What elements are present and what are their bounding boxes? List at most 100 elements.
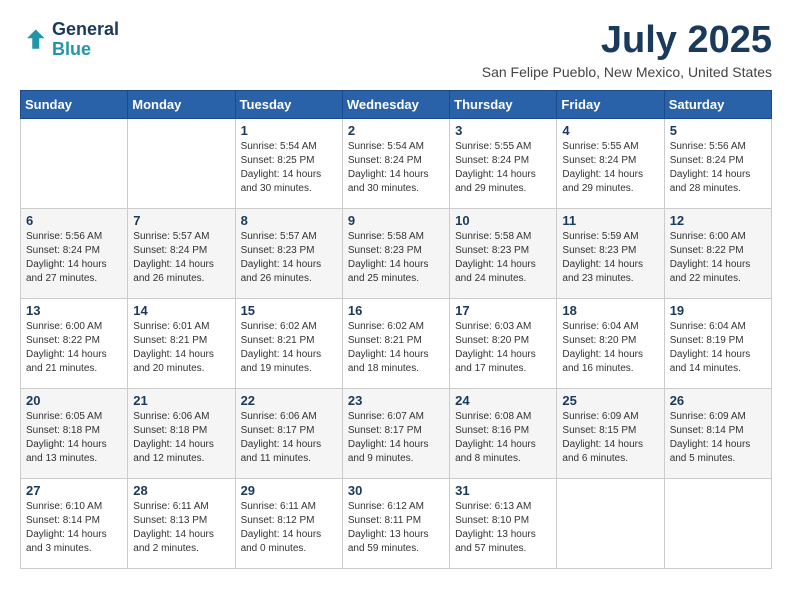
day-info: Sunrise: 5:58 AM Sunset: 8:23 PM Dayligh… (455, 230, 551, 286)
day-info: Sunrise: 6:09 AM Sunset: 8:14 PM Dayligh… (670, 410, 766, 466)
calendar-cell: 11 Sunrise: 5:59 AM Sunset: 8:23 PM Dayli… (557, 208, 664, 298)
day-number: 23 (348, 393, 444, 408)
day-info: Sunrise: 6:08 AM Sunset: 8:16 PM Dayligh… (455, 410, 551, 466)
day-info: Sunrise: 5:59 AM Sunset: 8:23 PM Dayligh… (562, 230, 658, 286)
day-number: 25 (562, 393, 658, 408)
calendar-cell: 30Sunrise: 6:12 AM Sunset: 8:11 PM Dayli… (342, 478, 449, 568)
calendar-cell: 17Sunrise: 6:03 AM Sunset: 8:20 PM Dayli… (450, 298, 557, 388)
calendar-cell: 18 Sunrise: 6:04 AM Sunset: 8:20 PM Dayli… (557, 298, 664, 388)
calendar-dow-header: Wednesday (342, 90, 449, 118)
day-info: Sunrise: 6:02 AM Sunset: 8:21 PM Dayligh… (348, 320, 444, 376)
day-number: 3 (455, 123, 551, 138)
calendar-cell: 20 Sunrise: 6:05 AM Sunset: 8:18 PM Dayli… (21, 388, 128, 478)
day-info: Sunrise: 6:13 AM Sunset: 8:10 PM Dayligh… (455, 500, 551, 556)
day-info: Sunrise: 6:09 AM Sunset: 8:15 PM Dayligh… (562, 410, 658, 466)
calendar-cell: 21 Sunrise: 6:06 AM Sunset: 8:18 PM Dayli… (128, 388, 235, 478)
day-number: 4 (562, 123, 658, 138)
title-block: July 2025 San Felipe Pueblo, New Mexico,… (482, 20, 772, 80)
day-number: 21 (133, 393, 229, 408)
calendar-cell: 4 Sunrise: 5:55 AM Sunset: 8:24 PM Daylig… (557, 118, 664, 208)
calendar-cell: 28Sunrise: 6:11 AM Sunset: 8:13 PM Dayli… (128, 478, 235, 568)
calendar-cell: 7 Sunrise: 5:57 AM Sunset: 8:24 PM Daylig… (128, 208, 235, 298)
day-info: Sunrise: 6:11 AM Sunset: 8:13 PM Dayligh… (133, 500, 229, 556)
calendar-cell: 13 Sunrise: 6:00 AM Sunset: 8:22 PM Dayli… (21, 298, 128, 388)
day-info: Sunrise: 6:01 AM Sunset: 8:21 PM Dayligh… (133, 320, 229, 376)
day-info: Sunrise: 6:07 AM Sunset: 8:17 PM Dayligh… (348, 410, 444, 466)
calendar-cell: 9 Sunrise: 5:58 AM Sunset: 8:23 PM Daylig… (342, 208, 449, 298)
calendar-cell: 24Sunrise: 6:08 AM Sunset: 8:16 PM Dayli… (450, 388, 557, 478)
day-number: 11 (562, 213, 658, 228)
day-number: 13 (26, 303, 122, 318)
day-number: 29 (241, 483, 337, 498)
page-header: GeneralBlue July 2025 San Felipe Pueblo,… (20, 20, 772, 80)
calendar-week-row: 13 Sunrise: 6:00 AM Sunset: 8:22 PM Dayli… (21, 298, 772, 388)
day-number: 1 (241, 123, 337, 138)
day-number: 17 (455, 303, 551, 318)
month-title: July 2025 (482, 20, 772, 62)
day-number: 9 (348, 213, 444, 228)
calendar-week-row: 20 Sunrise: 6:05 AM Sunset: 8:18 PM Dayli… (21, 388, 772, 478)
day-info: Sunrise: 6:00 AM Sunset: 8:22 PM Dayligh… (26, 320, 122, 376)
day-info: Sunrise: 6:11 AM Sunset: 8:12 PM Dayligh… (241, 500, 337, 556)
calendar-week-row: 27Sunrise: 6:10 AM Sunset: 8:14 PM Dayli… (21, 478, 772, 568)
calendar-cell: 23 Sunrise: 6:07 AM Sunset: 8:17 PM Dayli… (342, 388, 449, 478)
day-info: Sunrise: 5:55 AM Sunset: 8:24 PM Dayligh… (455, 140, 551, 196)
calendar-cell: 12 Sunrise: 6:00 AM Sunset: 8:22 PM Dayli… (664, 208, 771, 298)
calendar-cell: 2 Sunrise: 5:54 AM Sunset: 8:24 PM Daylig… (342, 118, 449, 208)
calendar-cell: 16Sunrise: 6:02 AM Sunset: 8:21 PM Dayli… (342, 298, 449, 388)
calendar-dow-header: Friday (557, 90, 664, 118)
calendar-cell (21, 118, 128, 208)
calendar-cell: 15Sunrise: 6:02 AM Sunset: 8:21 PM Dayli… (235, 298, 342, 388)
calendar-cell: 25 Sunrise: 6:09 AM Sunset: 8:15 PM Dayli… (557, 388, 664, 478)
day-info: Sunrise: 5:56 AM Sunset: 8:24 PM Dayligh… (26, 230, 122, 286)
calendar-cell: 10 Sunrise: 5:58 AM Sunset: 8:23 PM Dayli… (450, 208, 557, 298)
calendar-header-row: SundayMondayTuesdayWednesdayThursdayFrid… (21, 90, 772, 118)
day-number: 19 (670, 303, 766, 318)
calendar-dow-header: Saturday (664, 90, 771, 118)
day-info: Sunrise: 6:12 AM Sunset: 8:11 PM Dayligh… (348, 500, 444, 556)
day-number: 26 (670, 393, 766, 408)
day-number: 14 (133, 303, 229, 318)
day-info: Sunrise: 5:56 AM Sunset: 8:24 PM Dayligh… (670, 140, 766, 196)
calendar-dow-header: Sunday (21, 90, 128, 118)
day-number: 7 (133, 213, 229, 228)
calendar-cell: 19 Sunrise: 6:04 AM Sunset: 8:19 PM Dayli… (664, 298, 771, 388)
location-text: San Felipe Pueblo, New Mexico, United St… (482, 64, 772, 80)
calendar-dow-header: Thursday (450, 90, 557, 118)
day-info: Sunrise: 5:58 AM Sunset: 8:23 PM Dayligh… (348, 230, 444, 286)
calendar-cell: 6Sunrise: 5:56 AM Sunset: 8:24 PM Daylig… (21, 208, 128, 298)
day-info: Sunrise: 6:05 AM Sunset: 8:18 PM Dayligh… (26, 410, 122, 466)
day-number: 20 (26, 393, 122, 408)
calendar-cell (128, 118, 235, 208)
day-info: Sunrise: 5:57 AM Sunset: 8:24 PM Dayligh… (133, 230, 229, 286)
day-info: Sunrise: 5:54 AM Sunset: 8:24 PM Dayligh… (348, 140, 444, 196)
logo-text: GeneralBlue (52, 20, 119, 60)
calendar-cell: 8 Sunrise: 5:57 AM Sunset: 8:23 PM Daylig… (235, 208, 342, 298)
calendar-cell: 14 Sunrise: 6:01 AM Sunset: 8:21 PM Dayli… (128, 298, 235, 388)
calendar-week-row: 1 Sunrise: 5:54 AM Sunset: 8:25 PM Daylig… (21, 118, 772, 208)
day-info: Sunrise: 6:04 AM Sunset: 8:19 PM Dayligh… (670, 320, 766, 376)
calendar-cell: 1 Sunrise: 5:54 AM Sunset: 8:25 PM Daylig… (235, 118, 342, 208)
day-number: 12 (670, 213, 766, 228)
calendar-cell (557, 478, 664, 568)
day-number: 22 (241, 393, 337, 408)
calendar-cell: 29 Sunrise: 6:11 AM Sunset: 8:12 PM Dayli… (235, 478, 342, 568)
day-number: 10 (455, 213, 551, 228)
day-number: 27 (26, 483, 122, 498)
calendar-dow-header: Monday (128, 90, 235, 118)
day-info: Sunrise: 6:00 AM Sunset: 8:22 PM Dayligh… (670, 230, 766, 286)
day-info: Sunrise: 5:55 AM Sunset: 8:24 PM Dayligh… (562, 140, 658, 196)
day-info: Sunrise: 5:54 AM Sunset: 8:25 PM Dayligh… (241, 140, 337, 196)
day-info: Sunrise: 6:04 AM Sunset: 8:20 PM Dayligh… (562, 320, 658, 376)
day-info: Sunrise: 6:06 AM Sunset: 8:18 PM Dayligh… (133, 410, 229, 466)
day-number: 8 (241, 213, 337, 228)
day-info: Sunrise: 6:02 AM Sunset: 8:21 PM Dayligh… (241, 320, 337, 376)
calendar-cell: 31Sunrise: 6:13 AM Sunset: 8:10 PM Dayli… (450, 478, 557, 568)
day-number: 2 (348, 123, 444, 138)
day-number: 18 (562, 303, 658, 318)
calendar-week-row: 6Sunrise: 5:56 AM Sunset: 8:24 PM Daylig… (21, 208, 772, 298)
calendar-cell: 3 Sunrise: 5:55 AM Sunset: 8:24 PM Daylig… (450, 118, 557, 208)
day-info: Sunrise: 5:57 AM Sunset: 8:23 PM Dayligh… (241, 230, 337, 286)
logo-icon (20, 26, 48, 54)
calendar-cell: 26 Sunrise: 6:09 AM Sunset: 8:14 PM Dayli… (664, 388, 771, 478)
